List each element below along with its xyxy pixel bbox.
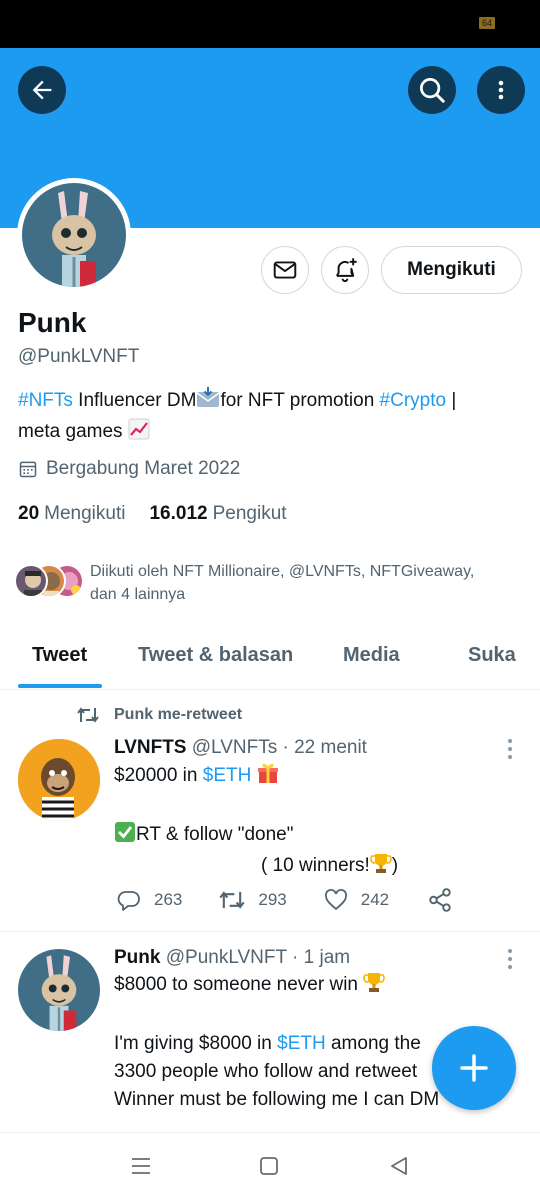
mail-icon <box>273 261 297 279</box>
compose-plus-icon <box>460 1054 488 1082</box>
bell-plus-icon <box>335 258 357 283</box>
follower-avatars <box>14 560 88 600</box>
menu-icon[interactable] <box>130 1156 152 1176</box>
more-options-button[interactable] <box>477 66 525 114</box>
message-button[interactable] <box>261 246 309 294</box>
joined-text: Bergabung Maret 2022 <box>46 458 241 479</box>
cashtag-link[interactable]: $ETH <box>203 765 252 786</box>
system-nav-bar <box>0 1134 540 1200</box>
notifications-button[interactable] <box>321 246 369 294</box>
tweet-text: $20000 in $ETH RT & follow "done" ( 10 w… <box>114 762 398 883</box>
tweet-more-icon[interactable] <box>501 737 519 761</box>
hashtag-link[interactable]: #Crypto <box>380 390 447 411</box>
tweet-author-avatar[interactable] <box>18 949 100 1031</box>
trophy-emoji-icon <box>369 852 392 883</box>
inbox-emoji-icon <box>196 387 220 418</box>
back-button[interactable] <box>18 66 66 114</box>
cashtag-link[interactable]: $ETH <box>277 1033 326 1054</box>
reply-icon <box>117 891 140 911</box>
profile-handle: @PunkLVNFT <box>18 346 140 367</box>
bio-text: for NFT promotion <box>220 390 380 411</box>
compose-tweet-button[interactable] <box>432 1026 516 1110</box>
share-icon <box>429 888 451 912</box>
bio-text: | <box>446 390 457 411</box>
tweet-more-icon[interactable] <box>501 947 519 971</box>
tweet[interactable]: Punk me-retweet LVNFTS @LVNFTs · 22 meni… <box>0 691 540 932</box>
followers-stat[interactable]: 16.012 Pengikut <box>149 503 286 525</box>
display-name: Punk <box>18 307 87 338</box>
followed-by[interactable]: Diikuti oleh NFT Millionaire, @LVNFTs, N… <box>14 560 534 606</box>
followed-by-text: Diikuti oleh NFT Millionaire, @LVNFTs, N… <box>90 563 475 603</box>
retweet-button[interactable]: 293 <box>218 888 287 912</box>
retweet-icon <box>219 891 245 909</box>
back-arrow-icon <box>32 80 52 100</box>
bio-text: Influencer DM <box>72 390 197 411</box>
avatar <box>14 564 48 598</box>
active-tab-indicator <box>18 684 102 688</box>
tab-tweet[interactable]: Tweet <box>32 644 87 667</box>
like-button[interactable]: 242 <box>323 888 389 912</box>
bio-text: meta games <box>18 421 128 442</box>
retweet-context: Punk me-retweet <box>76 705 242 725</box>
tab-media[interactable]: Media <box>343 644 400 667</box>
tab-likes[interactable]: Suka <box>468 644 516 667</box>
more-vertical-icon <box>498 80 504 100</box>
tweet-header: Punk @PunkLVNFT · 1 jam <box>114 947 351 968</box>
gift-emoji-icon <box>257 762 279 793</box>
hashtag-link[interactable]: #NFTs <box>18 390 73 411</box>
following-stat[interactable]: 20 Mengikuti <box>18 503 125 525</box>
profile-bio: #NFTs Influencer DM for NFT promotion #Cr… <box>18 387 518 449</box>
home-square-icon[interactable] <box>259 1156 279 1176</box>
avatar-image <box>22 183 126 287</box>
search-button[interactable] <box>408 66 456 114</box>
trophy-emoji-icon <box>363 971 386 1002</box>
search-icon <box>420 78 445 103</box>
profile-avatar[interactable] <box>17 178 131 292</box>
following-button[interactable]: Mengikuti <box>381 246 522 294</box>
status-bar: 64 <box>0 0 540 48</box>
joined-date: Bergabung Maret 2022 <box>18 458 240 480</box>
chart-emoji-icon <box>128 418 150 449</box>
like-icon <box>324 889 347 911</box>
tab-tweet-replies[interactable]: Tweet & balasan <box>138 644 293 667</box>
follow-stats: 20 Mengikuti 16.012 Pengikut <box>18 503 287 525</box>
tweet-header: LVNFTS @LVNFTs · 22 menit <box>114 737 367 758</box>
reply-button[interactable]: 263 <box>116 888 182 912</box>
check-emoji-icon <box>114 821 136 852</box>
retweet-icon <box>77 707 99 723</box>
tweet-text: $8000 to someone never win I'm giving $8… <box>114 971 439 1114</box>
share-button[interactable] <box>427 887 453 913</box>
back-triangle-icon[interactable] <box>388 1156 410 1176</box>
tweet-author-avatar[interactable] <box>18 739 100 821</box>
calendar-icon <box>19 461 37 478</box>
battery-indicator: 64 <box>479 17 495 29</box>
profile-tabs: Tweet Tweet & balasan Media Suka <box>0 628 540 690</box>
tweet-actions: 263 293 242 <box>116 887 453 913</box>
